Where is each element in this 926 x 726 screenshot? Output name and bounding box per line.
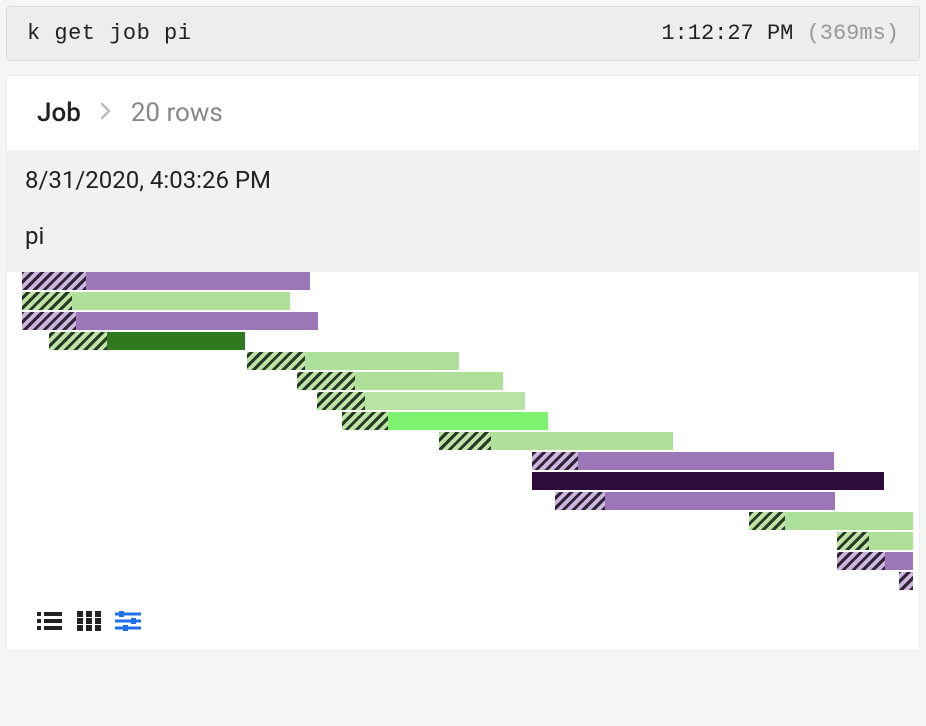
bar-running-segment [76,312,318,330]
bar-running-segment [885,552,913,570]
bar-running-segment [491,432,673,450]
command-timestamp: 1:12:27 PM [661,21,793,46]
bar-pending-segment [297,372,355,390]
breadcrumb-detail: 20 rows [131,98,223,128]
bar-running-segment [305,352,459,370]
timeline-bar[interactable] [749,512,913,530]
bar-running-segment [86,272,310,290]
timeline-bar[interactable] [837,552,913,570]
sliders-icon[interactable] [115,610,141,632]
bar-pending-segment [247,352,305,370]
bar-running-segment [785,512,913,530]
bar-pending-segment [439,432,491,450]
timeline-bar[interactable] [532,472,884,490]
result-panel: Job 20 rows 8/31/2020, 4:03:26 PM pi [6,75,920,651]
bar-pending-segment [22,292,72,310]
bar-pending-segment [899,572,913,590]
bar-running-segment [532,472,884,490]
bar-pending-segment [749,512,785,530]
chevron-right-icon [99,101,113,126]
bar-running-segment [605,492,835,510]
timeline-bar[interactable] [297,372,503,390]
job-datetime: 8/31/2020, 4:03:26 PM [25,166,901,194]
bar-pending-segment [837,532,869,550]
breadcrumb: Job 20 rows [7,76,919,150]
bar-running-segment [578,452,834,470]
grid-icon[interactable] [77,610,101,632]
command-text: k get job pi [27,21,191,46]
timeline-bar[interactable] [22,312,318,330]
bar-running-segment [72,292,290,310]
bar-pending-segment [49,332,107,350]
command-bar: k get job pi 1:12:27 PM (369ms) [6,6,920,61]
bar-pending-segment [22,312,76,330]
list-icon[interactable] [37,610,63,632]
timeline-bar[interactable] [317,392,525,410]
timeline-bar[interactable] [22,272,310,290]
breadcrumb-root[interactable]: Job [37,98,81,128]
timeline-chart [7,272,919,592]
bar-pending-segment [342,412,388,430]
timeline-bar[interactable] [532,452,834,470]
bar-pending-segment [22,272,86,290]
bar-pending-segment [532,452,578,470]
command-duration: (369ms) [807,21,899,46]
job-header: 8/31/2020, 4:03:26 PM pi [7,150,919,272]
timeline-bar[interactable] [439,432,673,450]
job-name: pi [25,222,901,250]
timeline-bar[interactable] [247,352,459,370]
timeline-bar[interactable] [22,292,290,310]
bar-running-segment [107,332,245,350]
bar-running-segment [869,532,913,550]
timeline-bar[interactable] [49,332,245,350]
command-meta: 1:12:27 PM (369ms) [661,21,899,46]
timeline-bar[interactable] [342,412,548,430]
timeline-bar[interactable] [555,492,835,510]
bar-running-segment [365,392,525,410]
timeline-bar[interactable] [899,572,913,590]
bar-pending-segment [837,552,885,570]
timeline-bar[interactable] [837,532,913,550]
view-switcher [7,592,919,650]
bar-pending-segment [555,492,605,510]
bar-running-segment [388,412,548,430]
bar-running-segment [355,372,503,390]
bar-pending-segment [317,392,365,410]
